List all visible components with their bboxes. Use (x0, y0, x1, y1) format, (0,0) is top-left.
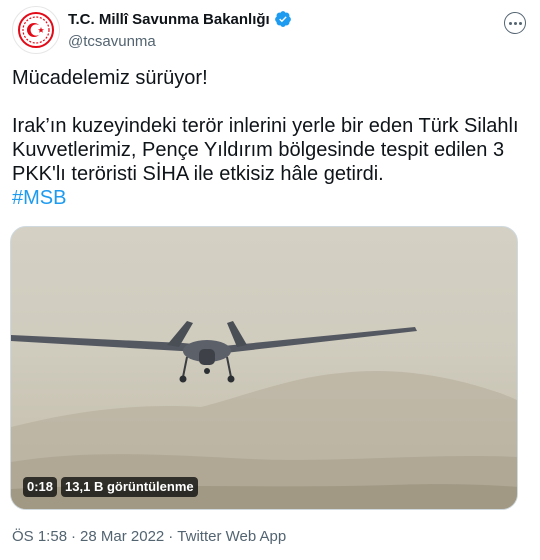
tweet-date[interactable]: 28 Mar 2022 (80, 528, 164, 545)
hashtag-link[interactable]: #MSB (12, 186, 522, 210)
tweet-source: Twitter Web App (177, 528, 287, 545)
author-handle[interactable]: @tcsavunma (68, 33, 292, 50)
meta-separator: · (168, 528, 174, 545)
tweet-card: T.C. Millî Savunma Bakanlığı @tcsavunma … (0, 0, 540, 560)
avatar[interactable] (12, 6, 60, 54)
ministry-emblem-icon (18, 12, 54, 48)
author-display-name[interactable]: T.C. Millî Savunma Bakanlığı (68, 11, 270, 28)
drone-video-frame (11, 321, 517, 509)
view-count: 13,1 B görüntülenme (61, 477, 198, 497)
video-duration: 0:18 (23, 477, 58, 497)
verified-badge-icon (274, 11, 291, 27)
tweet-header: T.C. Millî Savunma Bakanlığı @tcsavunma (12, 6, 528, 54)
tweet-text-line1: Mücadelemiz sürüyor! (12, 67, 208, 89)
tweet-meta: ÖS 1:58 · 28 Mar 2022 · Twitter Web App (12, 528, 286, 545)
video-badges: 0:18 13,1 B görüntülenme (23, 477, 198, 497)
tweet-text: Mücadelemiz sürüyor! Irak’ın kuzeyindeki… (12, 66, 522, 210)
more-options-icon[interactable] (504, 12, 526, 34)
tweet-text-line2: Irak’ın kuzeyindeki terör inlerini yerle… (12, 115, 519, 185)
author-info: T.C. Millî Savunma Bakanlığı @tcsavunma (68, 9, 292, 50)
meta-separator: · (71, 528, 77, 545)
tweet-time[interactable]: ÖS 1:58 (12, 528, 67, 545)
video-player[interactable]: 0:18 13,1 B görüntülenme (10, 226, 518, 510)
